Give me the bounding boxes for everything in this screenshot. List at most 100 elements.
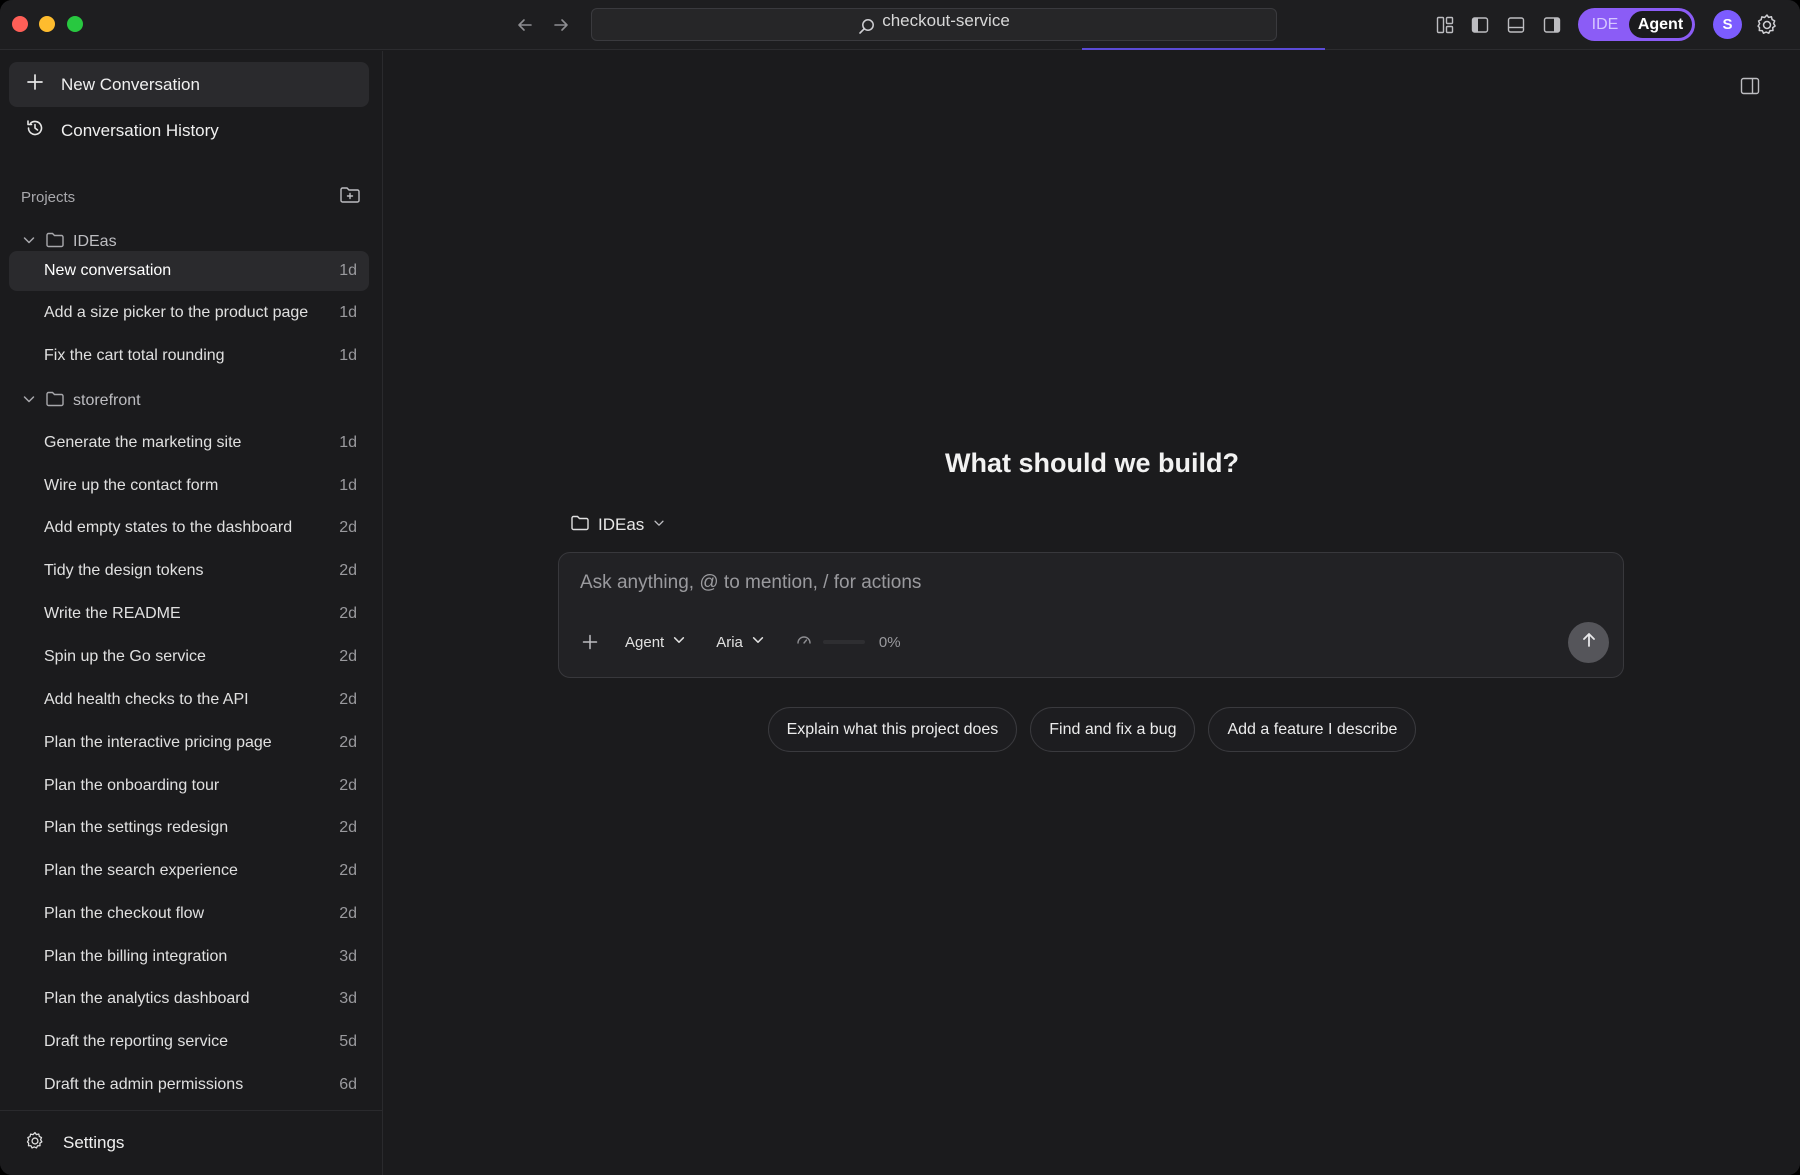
conversation-title: Generate the marketing site — [44, 434, 242, 451]
suggestion-list: Explain what this project does Find and … — [384, 707, 1800, 752]
context-usage: 0% — [795, 631, 901, 653]
conversation-age: 2d — [339, 562, 357, 579]
folder-plus-icon[interactable] — [339, 185, 361, 209]
usage-bar — [822, 640, 865, 644]
conversation-title: Wire up the contact form — [44, 477, 219, 494]
chevron-down-icon — [672, 633, 686, 651]
conversation-item[interactable]: Spin up the Go service 2d — [9, 637, 369, 677]
conversation-age: 1d — [339, 262, 357, 279]
new-conversation-label: New Conversation — [61, 74, 200, 94]
conversation-item[interactable]: Plan the billing integration 3d — [9, 937, 369, 977]
history-icon — [25, 118, 45, 143]
search-text: checkout-service — [882, 10, 1010, 30]
conversation-item[interactable]: Plan the settings redesign 2d — [9, 808, 369, 848]
mode-agent-option[interactable]: Agent — [1629, 11, 1692, 38]
main-panel: What should we build? IDEas Agent — [384, 51, 1800, 1175]
mode-dropdown-label: Agent — [625, 633, 665, 651]
conversation-title: Plan the search experience — [44, 862, 238, 879]
conversation-title: Plan the interactive pricing page — [44, 734, 272, 751]
attach-plus-icon[interactable] — [577, 629, 603, 655]
settings-label: Settings — [63, 1133, 125, 1152]
back-arrow-icon[interactable] — [512, 12, 538, 38]
conversation-age: 1d — [339, 434, 357, 451]
conversation-item[interactable]: Draft the reporting service 5d — [9, 1022, 369, 1062]
conversation-item[interactable]: Draft the admin permissions 6d — [9, 1065, 369, 1105]
project-name: IDEas — [73, 233, 117, 250]
conversation-age: 1d — [339, 347, 357, 364]
conversation-item[interactable]: Plan the onboarding tour 2d — [9, 766, 369, 806]
conversation-item[interactable]: Wire up the contact form 1d — [9, 466, 369, 506]
chevron-down-icon — [652, 515, 666, 535]
conversation-history-label: Conversation History — [61, 120, 219, 140]
conversation-item[interactable]: Generate the marketing site 1d — [9, 423, 369, 463]
conversation-item[interactable]: Write the README 2d — [9, 594, 369, 634]
arrow-up-icon — [1580, 631, 1598, 654]
conversation-history-button[interactable]: Conversation History — [9, 108, 369, 153]
zoom-window-button[interactable] — [67, 16, 83, 32]
settings-button[interactable]: Settings — [0, 1110, 383, 1175]
gear-icon[interactable] — [1754, 12, 1780, 38]
conversation-age: 2d — [339, 777, 357, 794]
conversation-title: New conversation — [44, 262, 172, 279]
suggestion-chip[interactable]: Explain what this project does — [767, 707, 1018, 752]
conversation-item[interactable]: Add health checks to the API 2d — [9, 680, 369, 720]
mode-dropdown[interactable]: Agent — [625, 633, 686, 651]
command-search-bar[interactable]: checkout-service — [591, 8, 1277, 41]
conversation-age: 2d — [339, 734, 357, 751]
new-conversation-button[interactable]: New Conversation — [9, 62, 369, 107]
conversation-age: 2d — [339, 862, 357, 879]
conversation-age: 2d — [339, 691, 357, 708]
usage-percent: 0% — [878, 633, 901, 651]
search-icon — [858, 18, 876, 36]
mode-toggle[interactable]: IDE Agent — [1578, 8, 1695, 41]
app-window: checkout-service IDE Agent S New Convers… — [0, 0, 1800, 1175]
conversation-title: Tidy the design tokens — [44, 562, 204, 579]
page-title: What should we build? — [945, 448, 1239, 478]
chevron-down-icon — [751, 633, 765, 651]
avatar[interactable]: S — [1713, 10, 1742, 39]
bottom-panel-icon[interactable] — [1504, 13, 1528, 37]
suggestion-chip[interactable]: Add a feature I describe — [1208, 707, 1417, 752]
conversation-title: Write the README — [44, 605, 181, 622]
conversation-item[interactable]: Fix the cart total rounding 1d — [9, 336, 369, 376]
send-button[interactable] — [1568, 622, 1609, 663]
plus-icon — [25, 72, 45, 97]
composer: Agent Aria — [558, 552, 1624, 678]
conversation-title: Plan the onboarding tour — [44, 777, 220, 794]
right-panel-icon[interactable] — [1540, 13, 1564, 37]
conversation-item[interactable]: Plan the interactive pricing page 2d — [9, 723, 369, 763]
suggestion-chip[interactable]: Find and fix a bug — [1030, 707, 1196, 752]
project-folder-storefront[interactable]: storefront — [21, 389, 141, 413]
prompt-input[interactable] — [580, 568, 1480, 598]
conversation-age: 6d — [339, 1076, 357, 1093]
left-panel-icon[interactable] — [1468, 13, 1492, 37]
conversation-age: 2d — [339, 605, 357, 622]
conversation-age: 2d — [339, 519, 357, 536]
conversation-item[interactable]: Add a size picker to the product page 1d — [9, 293, 369, 333]
conversation-item[interactable]: Add empty states to the dashboard 2d — [9, 508, 369, 548]
conversation-age: 2d — [339, 648, 357, 665]
model-dropdown-label: Aria — [716, 633, 743, 651]
conversation-item[interactable]: Plan the checkout flow 2d — [9, 894, 369, 934]
forward-arrow-icon[interactable] — [548, 12, 574, 38]
conversation-title: Add empty states to the dashboard — [44, 519, 293, 536]
conversation-title: Draft the reporting service — [44, 1033, 229, 1050]
conversation-title: Plan the analytics dashboard — [44, 990, 250, 1007]
mode-ide-option[interactable]: IDE — [1581, 16, 1629, 34]
conversation-item[interactable]: New conversation 1d — [9, 251, 369, 291]
conversation-item[interactable]: Plan the search experience 2d — [9, 851, 369, 891]
layout-grid-icon[interactable] — [1433, 13, 1457, 37]
project-selector[interactable]: IDEas — [570, 512, 666, 538]
close-window-button[interactable] — [12, 16, 28, 32]
minimize-window-button[interactable] — [39, 16, 55, 32]
conversation-item[interactable]: Tidy the design tokens 2d — [9, 551, 369, 591]
conversation-age: 3d — [339, 990, 357, 1007]
project-name: storefront — [73, 392, 141, 409]
sidebar: New Conversation Conversation History Pr… — [0, 51, 383, 1175]
toggle-panel-icon[interactable] — [1739, 75, 1761, 97]
folder-icon — [45, 390, 65, 413]
conversation-item[interactable]: Plan the analytics dashboard 3d — [9, 979, 369, 1019]
projects-header: Projects — [21, 186, 361, 208]
chevron-down-icon — [21, 391, 37, 412]
model-dropdown[interactable]: Aria — [716, 633, 765, 651]
